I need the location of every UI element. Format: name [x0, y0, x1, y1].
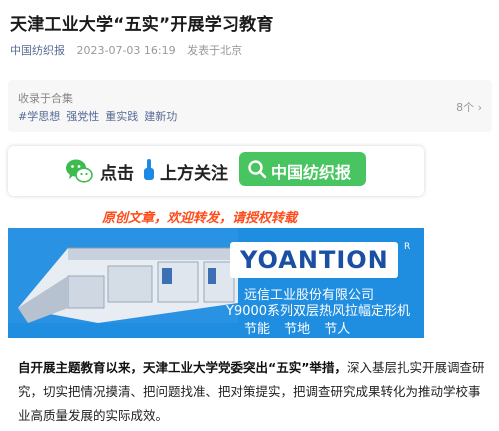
advertisement-banner[interactable]: YOANTION R 远信工业股份有限公司 Y9000系列双层热风拉幅定形机 节…	[8, 228, 424, 338]
hand-pointer-icon	[144, 159, 154, 180]
machine-illustration	[8, 228, 238, 338]
registered-mark: R	[404, 242, 411, 252]
search-account-label: 中国纺织报	[271, 163, 352, 182]
collection-count[interactable]: 8个 ›	[456, 99, 482, 115]
brand-logo: YOANTION	[230, 242, 398, 278]
tag-link[interactable]: 强党性	[66, 110, 99, 123]
search-account-button[interactable]: 中国纺织报	[239, 152, 366, 186]
ad-slogan: 节能 节地 节人	[244, 322, 351, 337]
tag-link[interactable]: 重实践	[105, 110, 138, 123]
account-name-link[interactable]: 中国纺织报	[10, 44, 65, 57]
collection-label: 收录于合集	[18, 92, 73, 105]
publish-date: 2023-07-03 16:19	[76, 44, 176, 57]
brand-logo-text: YOANTION	[240, 246, 389, 274]
tag-link[interactable]: 建新功	[144, 110, 177, 123]
article-body-paragraph: 自开展主题教育以来，天津工业大学党委突出“五实”举措，深入基层扎实开展调查研究，…	[18, 356, 488, 428]
article-meta: 中国纺织报 2023-07-03 16:19 发表于北京	[10, 42, 242, 58]
follow-banner: 点击 上方关注 中国纺织报	[8, 146, 424, 196]
tag-link[interactable]: #学思想	[18, 110, 60, 123]
follow-text: 上方关注	[160, 164, 228, 184]
publish-location: 发表于北京	[187, 44, 243, 57]
search-icon	[248, 160, 267, 179]
click-text: 点击	[100, 164, 134, 184]
repost-notice: 原创文章，欢迎转发，请授权转载	[102, 211, 298, 226]
collection-card[interactable]: 收录于合集 #学思想 强党性 重实践 建新功 8个 ›	[8, 80, 492, 132]
article-title: 天津工业大学“五实”开展学习教育	[10, 15, 274, 35]
collection-tags: #学思想 强党性 重实践 建新功	[18, 108, 183, 124]
wechat-icon	[66, 159, 93, 183]
ad-model: Y9000系列双层热风拉幅定形机	[226, 304, 411, 319]
lead-bold-text: 自开展主题教育以来，天津工业大学党委突出“五实”举措，	[18, 360, 347, 375]
